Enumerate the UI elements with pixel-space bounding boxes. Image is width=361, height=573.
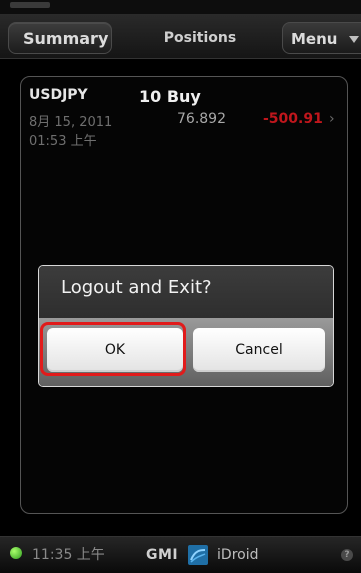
dialog-button-bar: OK Cancel: [39, 318, 333, 386]
menu-label: Menu: [291, 30, 338, 48]
logout-dialog: Logout and Exit? OK Cancel: [38, 265, 334, 387]
gmi-logo-icon: [187, 544, 209, 566]
status-bar-fragment: [10, 2, 50, 8]
position-row[interactable]: USDJPY 8月 15, 2011 01:53 上午 10 Buy 76.89…: [27, 85, 339, 149]
status-bar: [0, 0, 361, 14]
footer-time: 11:35 上午: [32, 547, 105, 563]
dialog-header: Logout and Exit?: [39, 266, 333, 318]
tab-bar: Summary Positions Menu: [0, 14, 361, 59]
position-profit-loss: -500.91: [263, 111, 323, 127]
cancel-button[interactable]: Cancel: [193, 328, 325, 372]
dialog-title: Logout and Exit?: [61, 277, 212, 298]
brand-logo: GMI iDroid: [146, 544, 259, 566]
tab-summary[interactable]: Summary: [8, 22, 112, 54]
position-time: 01:53 上午: [29, 134, 97, 149]
position-price: 76.892: [177, 111, 226, 127]
menu-button[interactable]: Menu: [282, 22, 361, 54]
position-date: 8月 15, 2011: [29, 115, 113, 130]
position-quantity: 10 Buy: [139, 87, 201, 106]
help-icon[interactable]: ?: [341, 549, 353, 561]
position-symbol: USDJPY: [29, 87, 88, 103]
chevron-down-icon: [348, 36, 359, 43]
connection-status-icon: [10, 547, 22, 559]
brand-app-name: iDroid: [217, 547, 259, 563]
bottom-bar: 11:35 上午 GMI iDroid ?: [0, 536, 361, 573]
brand-gmi-text: GMI: [146, 547, 179, 563]
ok-button[interactable]: OK: [47, 328, 183, 372]
tab-positions[interactable]: Positions: [145, 22, 255, 54]
chevron-right-icon: ›: [329, 111, 335, 127]
